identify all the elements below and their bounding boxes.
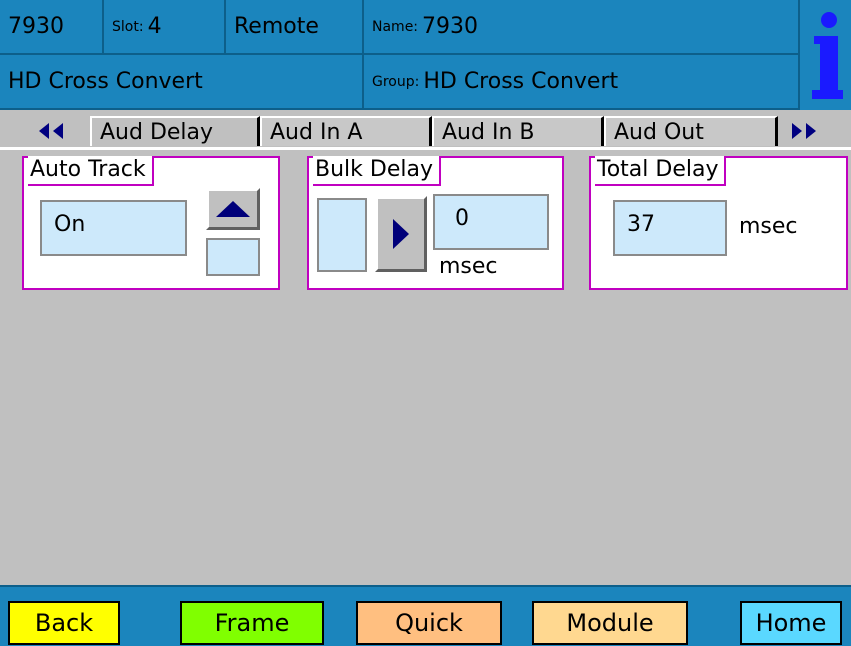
group-label: Group: — [372, 73, 420, 90]
tab-scroll-left-button[interactable] — [20, 116, 90, 146]
name-label: Name: — [372, 18, 419, 35]
tab-aud-delay[interactable]: Aud Delay — [90, 116, 260, 146]
double-chevron-left-icon — [39, 123, 63, 139]
model-label: 7930 — [8, 13, 64, 39]
auto-track-value[interactable]: On — [40, 200, 187, 256]
bulk-delay-unit: msec — [439, 254, 498, 279]
slot-cell: Slot: 4 — [104, 0, 226, 55]
quick-button[interactable]: Quick — [356, 601, 502, 645]
bulk-delay-indicator — [317, 198, 367, 272]
name-value: 7930 — [422, 13, 479, 39]
bulk-delay-title: Bulk Delay — [313, 156, 441, 186]
info-button[interactable] — [800, 0, 851, 110]
slot-value: 4 — [147, 13, 162, 39]
back-button[interactable]: Back — [8, 601, 120, 645]
bulk-delay-panel: Bulk Delay 0 msec — [307, 156, 564, 290]
total-delay-value: 37 — [613, 200, 727, 256]
tab-aud-out[interactable]: Aud Out — [604, 116, 778, 146]
tab-aud-in-a[interactable]: Aud In A — [260, 116, 432, 146]
frame-button[interactable]: Frame — [180, 601, 324, 645]
home-button[interactable]: Home — [740, 601, 842, 645]
module-button[interactable]: Module — [532, 601, 688, 645]
auto-track-up-button[interactable] — [206, 188, 260, 230]
total-delay-title: Total Delay — [595, 156, 727, 186]
tab-strip: Aud Delay Aud In A Aud In B Aud Out — [0, 113, 851, 147]
double-chevron-right-icon — [792, 123, 816, 139]
tab-aud-in-b[interactable]: Aud In B — [432, 116, 604, 146]
auto-track-indicator — [206, 238, 260, 276]
triangle-up-icon — [216, 201, 250, 217]
group-value: HD Cross Convert — [423, 68, 619, 94]
info-icon — [811, 12, 843, 99]
total-delay-unit: msec — [739, 214, 798, 239]
total-delay-panel: Total Delay 37 msec — [589, 156, 848, 290]
screen: 7930 Slot: 4 Remote Name: 7930 HD Cross … — [0, 0, 851, 646]
bulk-delay-play-button[interactable] — [375, 196, 427, 272]
triangle-right-icon — [393, 219, 409, 249]
model-cell: 7930 — [0, 0, 104, 55]
auto-track-panel: Auto Track On — [22, 156, 280, 290]
auto-track-title: Auto Track — [28, 156, 154, 186]
card-type-label: HD Cross Convert — [8, 68, 203, 94]
mode-label: Remote — [234, 13, 319, 39]
slot-label: Slot: — [112, 18, 144, 35]
mode-cell: Remote — [226, 0, 364, 55]
tab-scroll-right-button[interactable] — [778, 116, 838, 146]
bulk-delay-value[interactable]: 0 — [433, 194, 549, 250]
card-type-cell: HD Cross Convert — [0, 55, 364, 110]
group-cell: Group: HD Cross Convert — [364, 55, 800, 110]
name-cell: Name: 7930 — [364, 0, 800, 55]
tab-underline — [0, 147, 851, 150]
footer-bar: Back Frame Quick Module Home — [0, 585, 851, 646]
